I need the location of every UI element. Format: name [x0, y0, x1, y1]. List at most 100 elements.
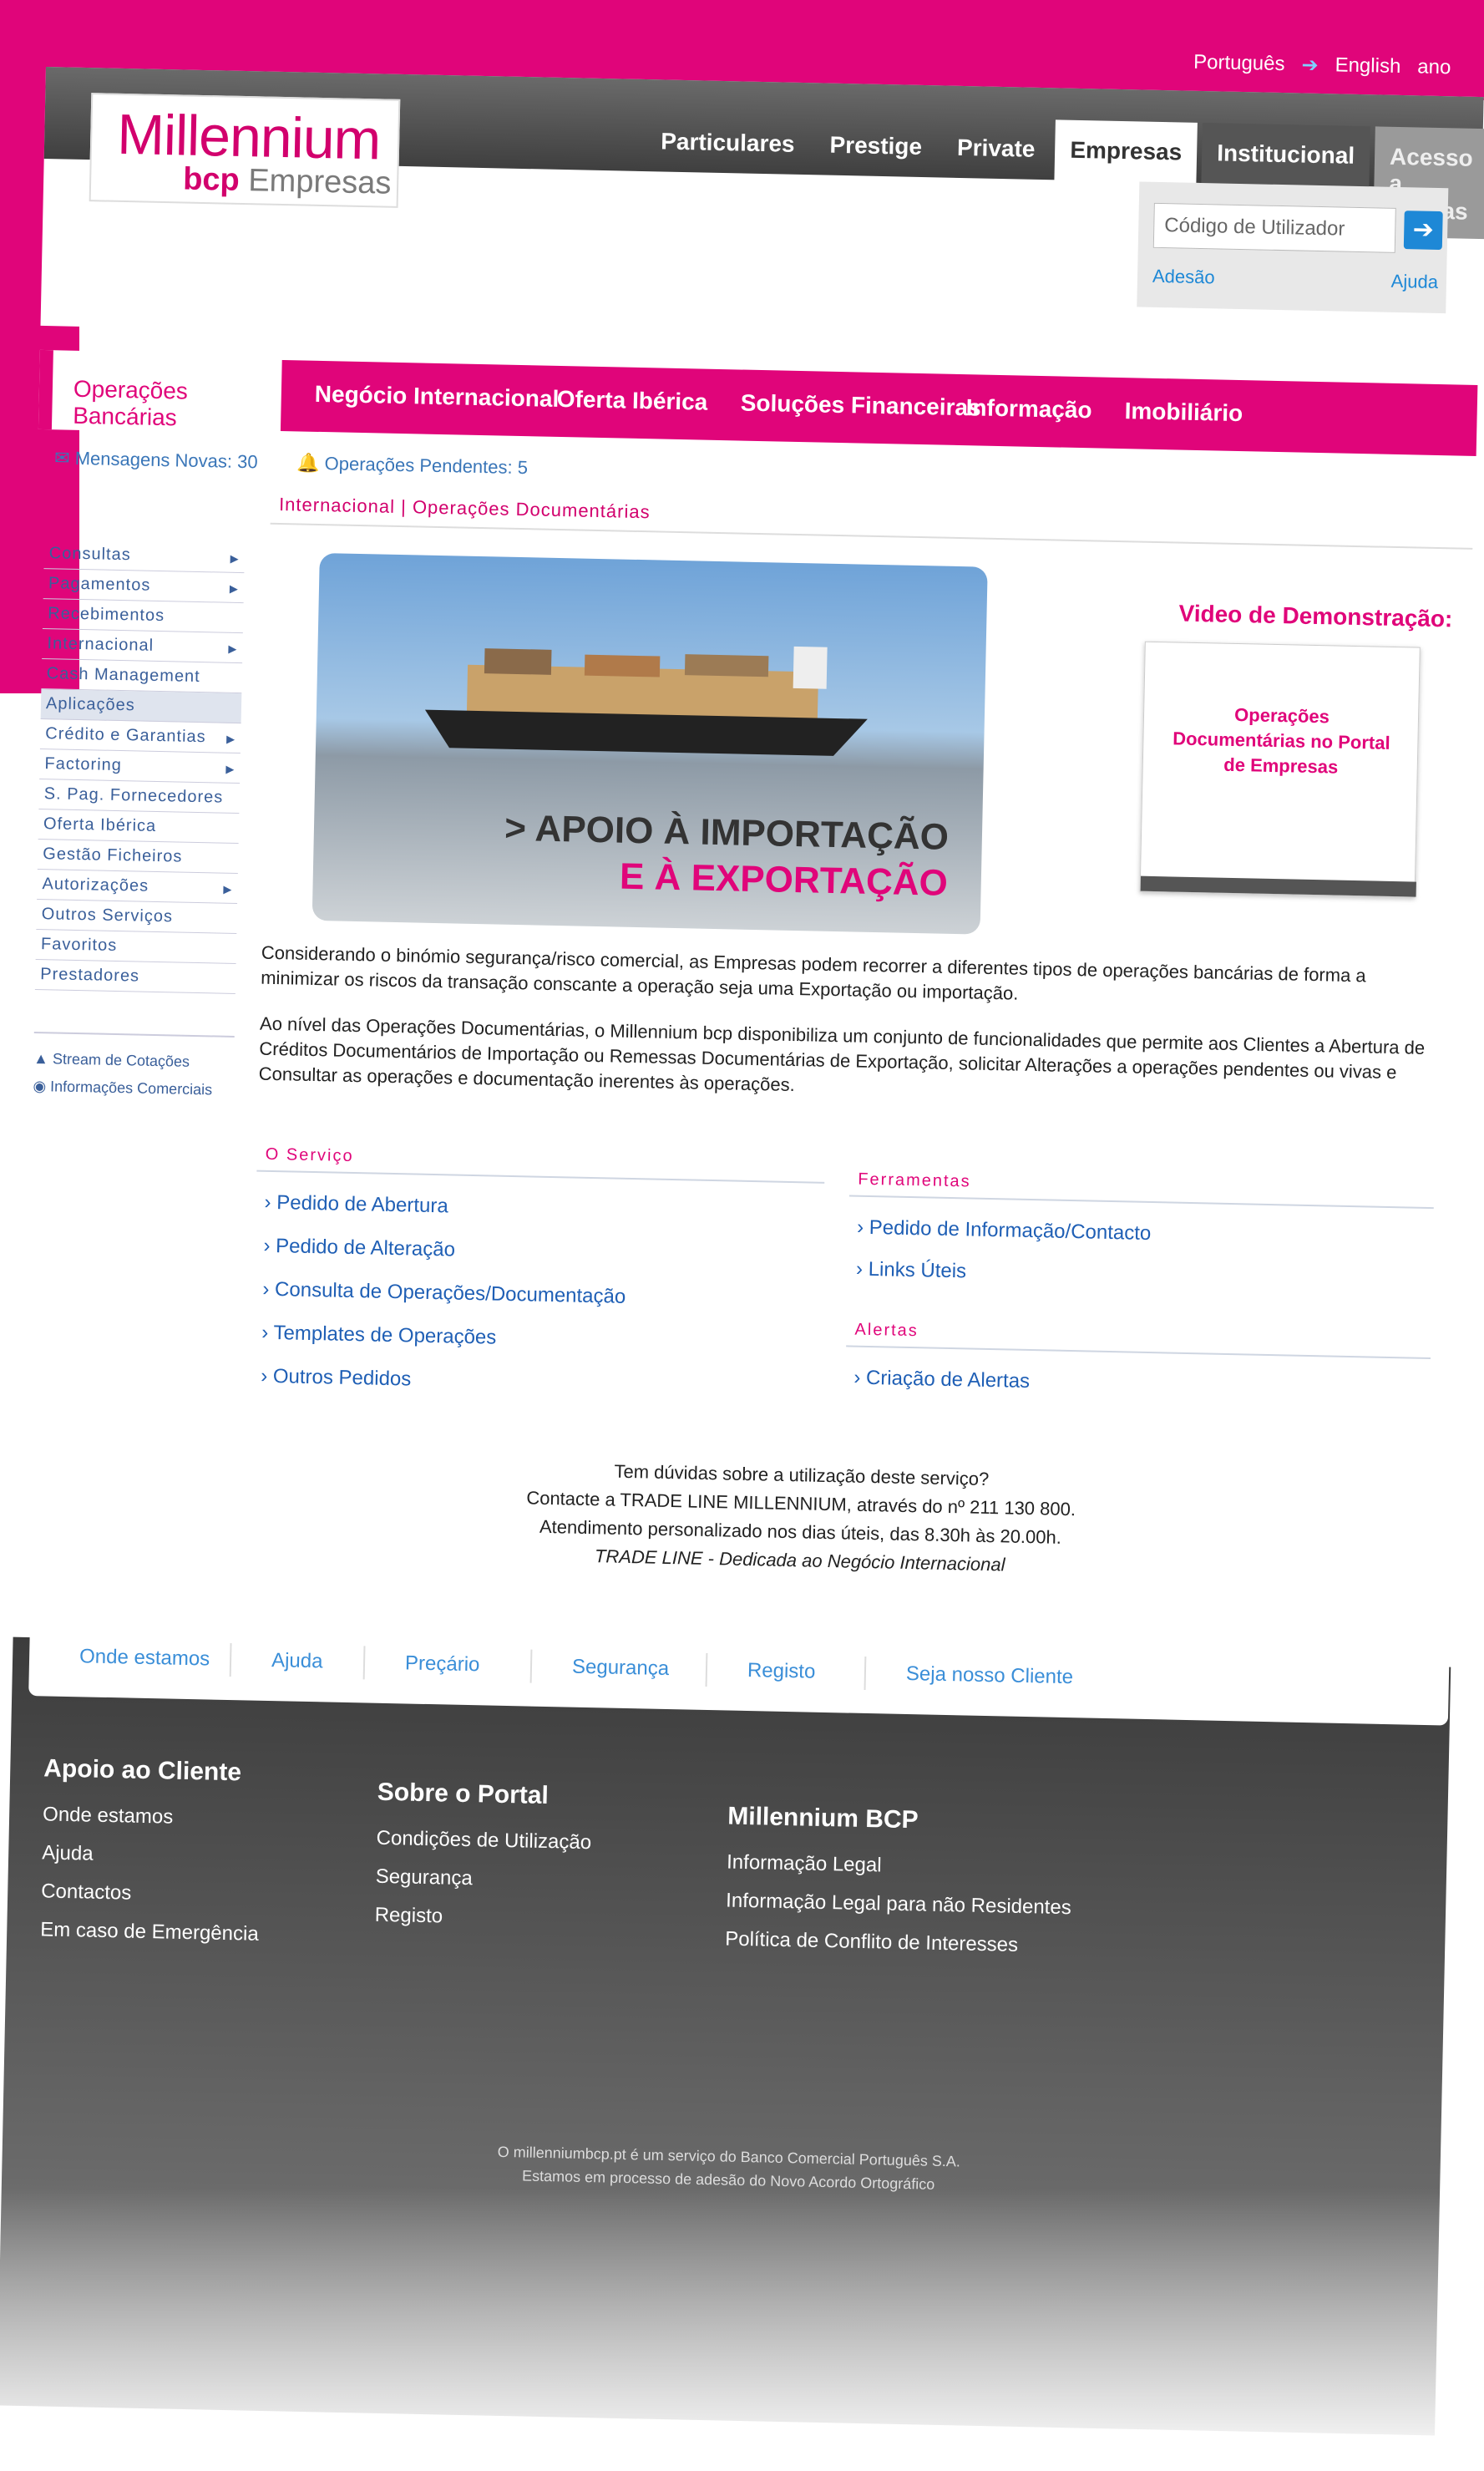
sidebar-item-gestao-ficheiros[interactable]: Gestão Ficheiros [37, 840, 239, 875]
tab-imobiliario[interactable]: Imobiliário [1124, 398, 1243, 427]
section-tabs: Operações Bancárias Negócio Internaciona… [38, 349, 1478, 456]
sidebar-item-recebimentos[interactable]: Recebimentos [42, 599, 244, 634]
footer-tab-precario[interactable]: Preçário [405, 1652, 480, 1677]
lang-pt[interactable]: Português [1193, 51, 1285, 77]
sidebar-item-factoring[interactable]: Factoring ▸ [39, 749, 241, 784]
footer-link[interactable]: Em caso de Emergência [40, 1918, 259, 1946]
link-templates[interactable]: › Templates de Operações [261, 1322, 497, 1350]
footer-tab-divider [529, 1649, 533, 1683]
adesao-link[interactable]: Adesão [1152, 266, 1215, 289]
link-pedido-alteracao[interactable]: › Pedido de Alteração [263, 1235, 455, 1262]
sidebar-item-consultas[interactable]: Consultas ▸ [43, 539, 246, 574]
servico-title: O Serviço [265, 1144, 354, 1166]
lang-other[interactable]: ano [1417, 55, 1451, 80]
demo-video[interactable]: Operações Documentárias no Portal de Emp… [1139, 641, 1421, 898]
logo[interactable]: Millennium bcp Empresas [89, 93, 401, 208]
breadcrumb: Internacional | Operações Documentárias [278, 493, 651, 523]
sidebar-item-label: Gestão Ficheiros [43, 845, 183, 866]
sidebar-item-oferta-iberica[interactable]: Oferta Ibérica [38, 809, 240, 845]
intro-paragraph-1: Considerando o binómio segurança/risco c… [260, 941, 1366, 1004]
intro-paragraph-2: Ao nível das Operações Documentárias, o … [258, 1012, 1426, 1096]
sidebar-item-internacional[interactable]: Internacional ▸ [42, 629, 243, 664]
stream-cotacoes-link[interactable]: ▲ Stream de Cotações [33, 1050, 234, 1072]
link-criacao-alertas[interactable]: › Criação de Alertas [853, 1367, 1030, 1393]
footer-link[interactable]: Segurança [375, 1865, 590, 1893]
lang-en[interactable]: English [1335, 53, 1400, 79]
sidebar-item-label: Aplicações [45, 694, 135, 715]
footer-link[interactable]: Informação Legal [727, 1851, 1072, 1882]
tab-solucoes-financeiras[interactable]: Soluções Financeiras [740, 390, 980, 422]
footer-link[interactable]: Informação Legal para não Residentes [726, 1890, 1071, 1920]
messages-text: Mensagens Novas: 30 [74, 447, 258, 473]
chevron-right-icon: ▸ [228, 639, 238, 658]
footer-tab-registo[interactable]: Registo [747, 1659, 816, 1684]
login-box: Código de Utilizador ➔ Adesão Ajuda [1137, 181, 1449, 314]
sidebar-item-pagamentos[interactable]: Pagamentos ▸ [43, 569, 245, 604]
footer-tab-divider [864, 1656, 867, 1690]
user-code-input[interactable]: Código de Utilizador [1152, 202, 1396, 253]
footer-link[interactable]: Condições de Utilização [376, 1827, 591, 1855]
sidebar-item-cash-management[interactable]: Cash Management [41, 659, 243, 694]
screenshot-stage: Português ➔ English ano Millennium bcp E… [0, 0, 1484, 2471]
footer-link[interactable]: Política de Conflito de Interesses [725, 1928, 1071, 1959]
footer-link[interactable]: Contactos [41, 1880, 260, 1907]
sidebar: Consultas ▸ Pagamentos ▸ Recebimentos Inte… [33, 539, 246, 1109]
sidebar-item-prestadores[interactable]: Prestadores [34, 959, 236, 994]
footer-col-title: Sobre o Portal [377, 1778, 550, 1810]
sidebar-extras: ▲ Stream de Cotações ◉ Informações Comer… [33, 1031, 235, 1099]
footer-tab-seguranca[interactable]: Segurança [572, 1656, 670, 1681]
ajuda-link[interactable]: Ajuda [1390, 271, 1438, 293]
login-arrow-icon[interactable]: ➔ [1403, 211, 1443, 251]
messages-status[interactable]: ✉ Mensagens Novas: 30 [54, 447, 258, 473]
tab-oferta-iberica[interactable]: Oferta Ibérica [556, 386, 707, 416]
link-outros-pedidos[interactable]: › Outros Pedidos [261, 1365, 412, 1392]
logo-brand: Millennium [116, 102, 382, 172]
footer-col-portal: Sobre o Portal Condições de Utilização S… [374, 1778, 593, 1946]
footer-tab-seja-cliente[interactable]: Seja nosso Cliente [906, 1662, 1074, 1689]
sidebar-item-pag-fornecedores[interactable]: S. Pag. Fornecedores [38, 779, 241, 814]
banner-line2: E À EXPORTAÇÃO [619, 855, 949, 904]
footer-tab-ajuda[interactable]: Ajuda [271, 1649, 323, 1673]
nav-particulares[interactable]: Particulares [644, 111, 810, 225]
video-title: Video de Demonstração: [1178, 600, 1453, 632]
alertas-divider [846, 1345, 1431, 1360]
info-comerciais-link[interactable]: ◉ Informações Comerciais [33, 1078, 233, 1099]
sidebar-item-autorizacoes[interactable]: Autorizações ▸ [37, 869, 238, 905]
logo-sub: bcp Empresas [183, 161, 392, 201]
footer-link[interactable]: Onde estamos [43, 1803, 261, 1830]
footer-col-title: Apoio ao Cliente [43, 1754, 242, 1787]
tab-operacoes-bancarias[interactable]: Operações Bancárias [38, 349, 282, 434]
breadcrumb-divider [270, 522, 1473, 550]
video-controls[interactable] [1140, 875, 1416, 897]
help-box: Tem dúvidas sobre a utilização deste ser… [507, 1455, 1094, 1581]
sidebar-item-label: Crédito e Garantias [45, 724, 206, 747]
link-pedido-informacao[interactable]: › Pedido de Informação/Contacto [857, 1216, 1152, 1246]
link-consulta-operacoes[interactable]: › Consulta de Operações/Documentação [262, 1278, 626, 1309]
nav-prestige[interactable]: Prestige [813, 114, 938, 227]
chevron-right-icon: ▸ [225, 729, 236, 748]
chevron-right-icon: ▸ [223, 880, 233, 899]
sidebar-item-favoritos[interactable]: Favoritos [35, 929, 237, 965]
nav-private[interactable]: Private [940, 118, 1051, 231]
sidebar-item-label: Internacional [47, 634, 154, 655]
pending-status[interactable]: 🔔 Operações Pendentes: 5 [296, 452, 528, 479]
servico-divider [256, 1170, 825, 1184]
link-label: Pedido de Informação/Contacto [869, 1215, 1152, 1246]
tab-negocio-internacional[interactable]: Negócio Internacional [315, 381, 560, 413]
stream-cotacoes-label: Stream de Cotações [52, 1050, 190, 1070]
footer-link[interactable]: Registo [374, 1904, 590, 1931]
sidebar-item-aplicacoes[interactable]: Aplicações [40, 689, 242, 724]
header: Português ➔ English ano Millennium bcp E… [40, 51, 1484, 356]
link-pedido-abertura[interactable]: › Pedido de Abertura [264, 1191, 448, 1219]
link-links-uteis[interactable]: › Links Úteis [856, 1258, 967, 1284]
alertas-title: Alertas [854, 1320, 919, 1341]
hero-banner: > APOIO À IMPORTAÇÃO E À EXPORTAÇÃO [311, 552, 988, 935]
tab-informacao[interactable]: Informação [965, 394, 1092, 424]
link-label: Consulta de Operações/Documentação [274, 1278, 626, 1308]
sidebar-item-label: Favoritos [40, 935, 118, 956]
logo-empresas: Empresas [247, 163, 392, 201]
footer-link[interactable]: Ajuda [42, 1841, 261, 1869]
sidebar-item-outros-servicos[interactable]: Outros Serviços [36, 899, 238, 935]
footer-tab-onde-estamos[interactable]: Onde estamos [79, 1645, 210, 1671]
sidebar-item-credito[interactable]: Crédito e Garantias ▸ [39, 719, 241, 754]
